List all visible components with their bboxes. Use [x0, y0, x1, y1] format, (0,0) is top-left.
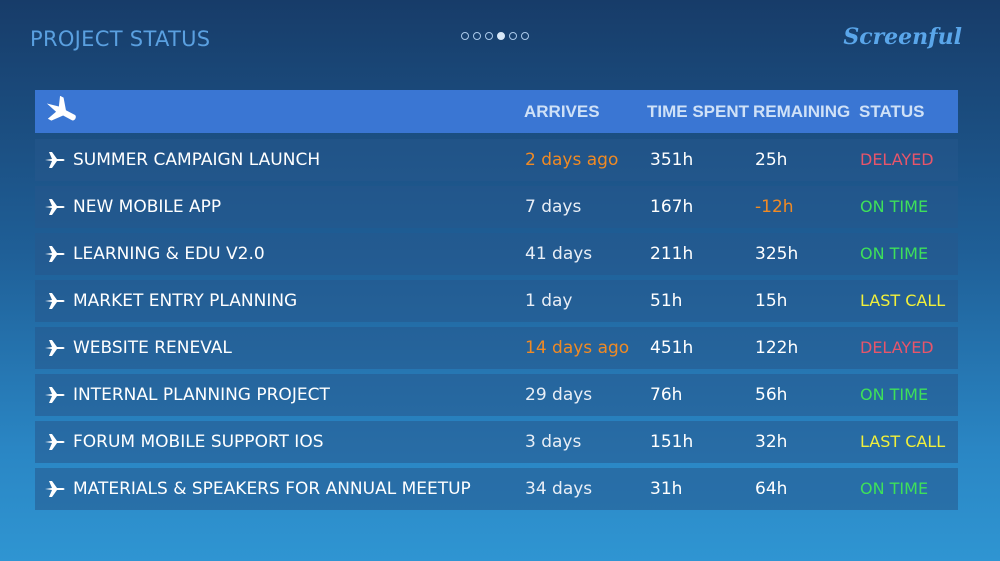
remaining-value: 25h [755, 150, 788, 170]
remaining-value: -12h [755, 197, 794, 217]
table-row[interactable]: MATERIALS & SPEAKERS FOR ANNUAL MEETUP 34… [35, 468, 958, 510]
table-row[interactable]: FORUM MOBILE SUPPORT IOS 3 days 151h 32h LAS… [35, 421, 958, 463]
time-spent-value: 351h [650, 150, 694, 170]
remaining-value: 64h [755, 479, 788, 499]
screenful-logo: Screenful [843, 24, 962, 50]
column-header-remaining: REMAINING [753, 102, 851, 121]
remaining-value: 32h [755, 432, 788, 452]
table-row[interactable]: LEARNING & EDU V2.0 41 days 211h 325h ON TIM… [35, 233, 958, 275]
status-badge: DELAYED [860, 338, 934, 357]
airplane-icon [45, 387, 65, 403]
arrives-value: 7 days [525, 197, 582, 217]
airplane-landing-icon [46, 96, 76, 121]
arrives-value: 1 day [525, 291, 573, 311]
page-dot[interactable] [473, 32, 481, 40]
airplane-icon [45, 199, 65, 215]
table-row[interactable]: INTERNAL PLANNING PROJECT 29 days 76h 56h ON… [35, 374, 958, 416]
remaining-value: 325h [755, 244, 799, 264]
remaining-value: 56h [755, 385, 788, 405]
status-badge: DELAYED [860, 150, 934, 169]
page-dot[interactable] [461, 32, 469, 40]
project-name: WEBSITE RENEVAL [73, 338, 232, 358]
time-spent-value: 167h [650, 197, 694, 217]
table-row[interactable]: NEW MOBILE APP 7 days 167h -12h ON TIME [35, 186, 958, 228]
time-spent-value: 31h [650, 479, 683, 499]
time-spent-value: 451h [650, 338, 694, 358]
page-indicator[interactable] [461, 32, 529, 40]
page-title: PROJECT STATUS [30, 27, 211, 51]
page-dot[interactable] [497, 32, 505, 40]
project-name: NEW MOBILE APP [73, 197, 222, 217]
airplane-icon [45, 246, 65, 262]
status-badge: LAST CALL [860, 291, 946, 310]
status-badge: ON TIME [860, 244, 929, 263]
project-name: LEARNING & EDU V2.0 [73, 244, 265, 264]
remaining-value: 122h [755, 338, 799, 358]
project-name: MARKET ENTRY PLANNING [73, 291, 298, 311]
time-spent-value: 51h [650, 291, 683, 311]
status-badge: LAST CALL [860, 432, 946, 451]
arrives-value: 14 days ago [525, 338, 630, 358]
project-name: MATERIALS & SPEAKERS FOR ANNUAL MEETUP [73, 479, 471, 499]
arrives-value: 34 days [525, 479, 593, 499]
project-name: FORUM MOBILE SUPPORT IOS [73, 432, 324, 452]
table-row[interactable]: MARKET ENTRY PLANNING 1 day 51h 15h LAST CAL… [35, 280, 958, 322]
table-header: ARRIVES TIME SPENT REMAINING STATUS [35, 90, 958, 133]
page-dot[interactable] [509, 32, 517, 40]
airplane-icon [45, 293, 65, 309]
airplane-icon [45, 481, 65, 497]
arrives-value: 3 days [525, 432, 582, 452]
project-name: INTERNAL PLANNING PROJECT [73, 385, 330, 405]
time-spent-value: 76h [650, 385, 683, 405]
status-badge: ON TIME [860, 479, 929, 498]
column-header-status: STATUS [859, 102, 925, 121]
remaining-value: 15h [755, 291, 788, 311]
page-dot[interactable] [521, 32, 529, 40]
column-header-arrives: ARRIVES [524, 102, 600, 121]
status-badge: ON TIME [860, 385, 929, 404]
arrives-value: 2 days ago [525, 150, 619, 170]
arrives-value: 41 days [525, 244, 593, 264]
status-badge: ON TIME [860, 197, 929, 216]
project-name: SUMMER CAMPAIGN LAUNCH [73, 150, 321, 170]
page-dot[interactable] [485, 32, 493, 40]
time-spent-value: 211h [650, 244, 694, 264]
arrives-value: 29 days [525, 385, 593, 405]
time-spent-value: 151h [650, 432, 694, 452]
table-row[interactable]: WEBSITE RENEVAL 14 days ago 451h 122h DELAYE… [35, 327, 958, 369]
column-header-time-spent: TIME SPENT [647, 102, 750, 121]
airplane-icon [45, 152, 65, 168]
airplane-icon [45, 340, 65, 356]
table-row[interactable]: SUMMER CAMPAIGN LAUNCH 2 days ago 351h 25h D… [35, 139, 958, 181]
airplane-icon [45, 434, 65, 450]
